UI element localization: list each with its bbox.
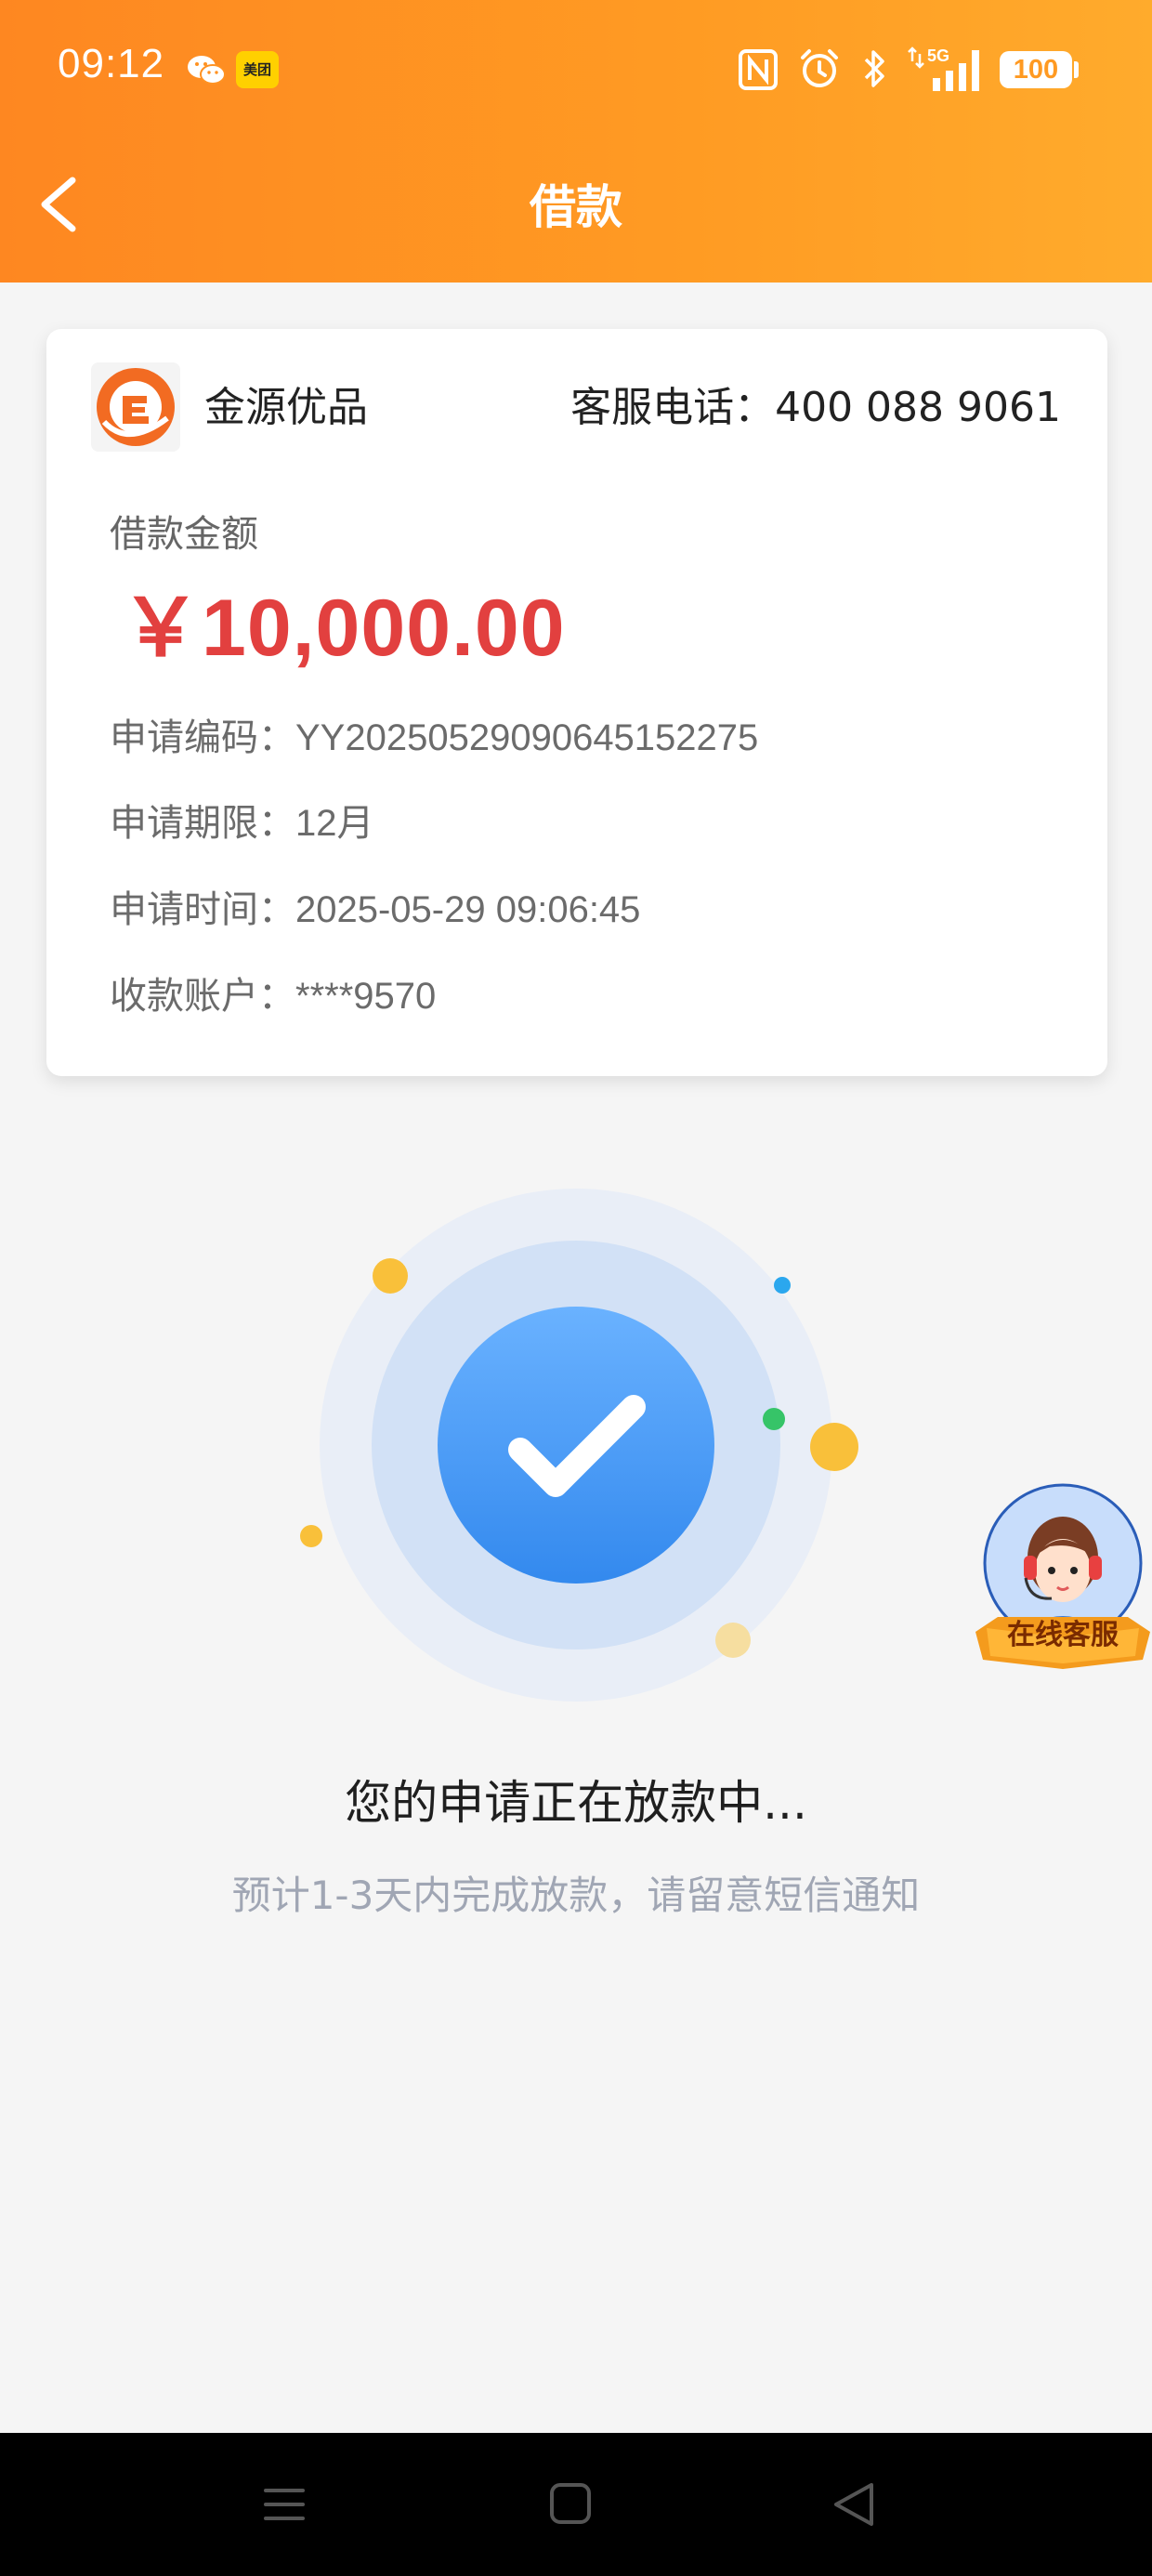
online-service-label: 在线客服 (1007, 1619, 1119, 1651)
merchant-name: 金源优品 (204, 384, 368, 431)
application-term-row: 申请期限：12月 (110, 795, 374, 851)
page-title: 借款 (530, 180, 622, 234)
application-time-row: 申请时间：2025-05-29 09:06:45 (110, 882, 640, 938)
row-key: 申请期限： (110, 802, 295, 845)
meituan-icon: 美团 (236, 51, 279, 88)
signal-icon: 5G (908, 46, 979, 91)
battery-icon: 100 (1000, 51, 1072, 88)
row-value: 12月 (295, 803, 374, 844)
row-value: YY20250529090645152275 (295, 717, 759, 758)
app-header: 09:12 美团 5G 100 借款 (0, 0, 1152, 283)
svg-text:5G: 5G (927, 46, 949, 65)
loan-amount: ￥10,000.00 (121, 584, 566, 673)
status-time: 09:12 (58, 41, 165, 86)
amount-label: 借款金额 (110, 513, 258, 556)
menu-icon[interactable] (247, 2470, 321, 2539)
nfc-icon (739, 49, 778, 90)
row-key: 申请时间： (110, 888, 295, 931)
success-check-illustration (300, 1189, 858, 1702)
status-main-text: 您的申请正在放款中... (345, 1776, 807, 1830)
row-key: 申请编码： (110, 716, 295, 759)
back-triangle-icon[interactable] (818, 2470, 892, 2539)
system-nav-bar (0, 2433, 1152, 2576)
merchant-logo-icon (91, 362, 180, 452)
wechat-icon (188, 56, 226, 85)
battery-tip (1074, 61, 1079, 78)
application-code-row: 申请编码：YY20250529090645152275 (110, 710, 758, 766)
row-value: ****9570 (295, 976, 437, 1017)
row-key: 收款账户： (110, 975, 295, 1018)
bluetooth-icon (864, 50, 884, 87)
online-service-button[interactable]: 在线客服 (970, 1478, 1152, 1682)
receiving-account-row: 收款账户：****9570 (110, 968, 436, 1024)
status-sub-text: 预计1-3天内完成放款，请留意短信通知 (231, 1873, 921, 1918)
row-value: 2025-05-29 09:06:45 (295, 889, 641, 930)
status-bar: 09:12 美团 5G 100 (0, 0, 1152, 139)
home-icon[interactable] (533, 2470, 608, 2539)
service-phone[interactable]: 客服电话：400 088 9061 (570, 375, 1061, 440)
alarm-icon (801, 49, 838, 87)
loan-info-card: 金源优品 客服电话：400 088 9061 借款金额 ￥10,000.00 申… (46, 329, 1107, 1076)
